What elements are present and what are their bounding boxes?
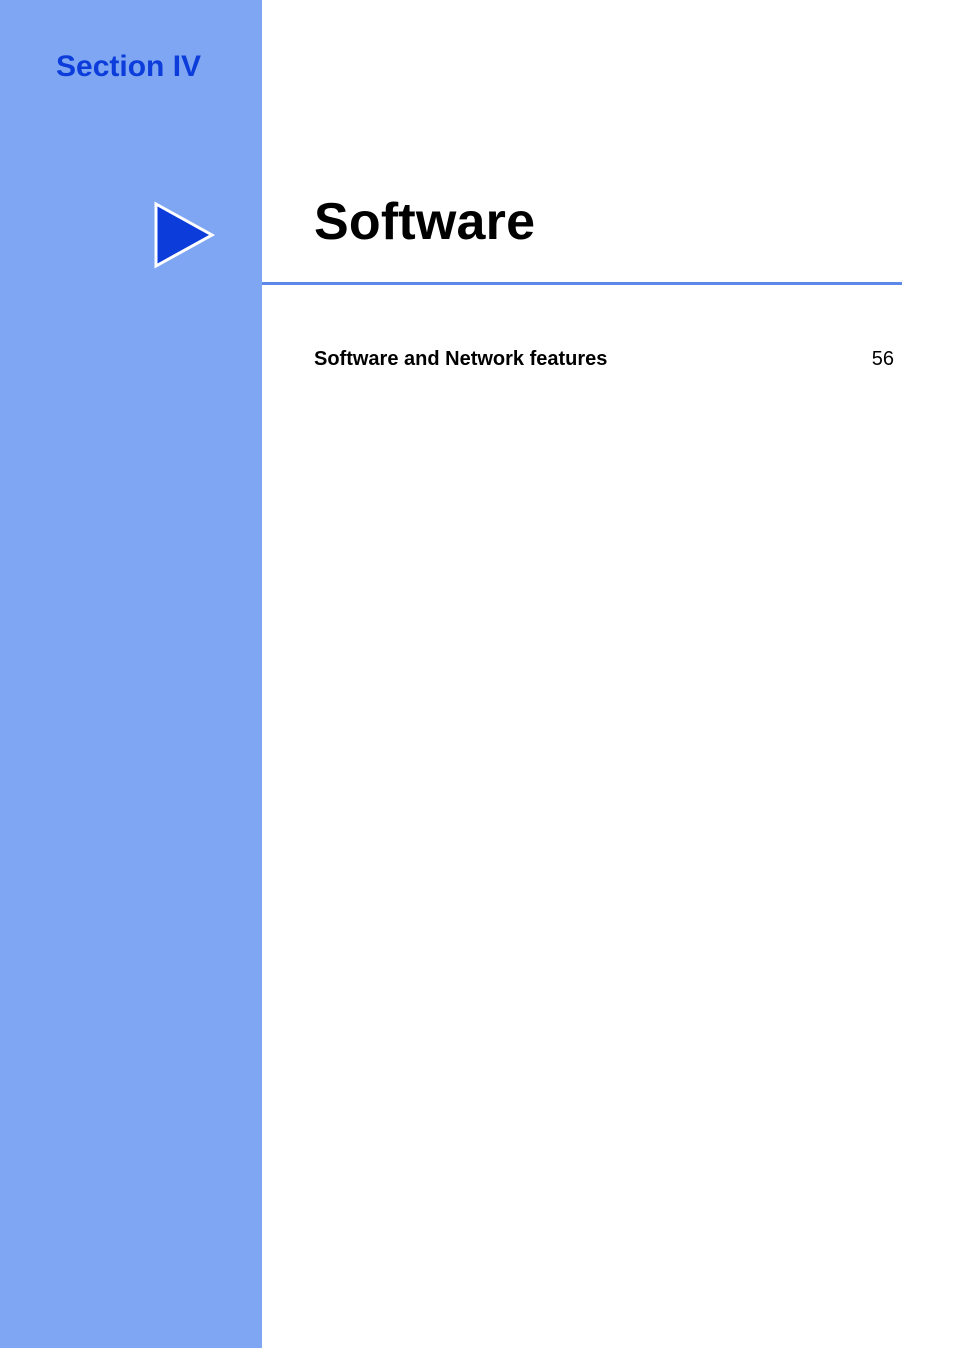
title-underline — [262, 282, 902, 285]
play-triangle-icon — [152, 200, 216, 270]
toc-entry-label: Software and Network features — [314, 348, 607, 371]
document-page: Section IV Software Software and Network… — [0, 0, 954, 1348]
toc-entry: Software and Network features 56 — [314, 348, 894, 371]
section-number-label: Section IV — [56, 50, 201, 84]
toc-entry-page: 56 — [872, 348, 894, 371]
section-title: Software — [314, 192, 535, 252]
section-sidebar — [0, 0, 262, 1348]
